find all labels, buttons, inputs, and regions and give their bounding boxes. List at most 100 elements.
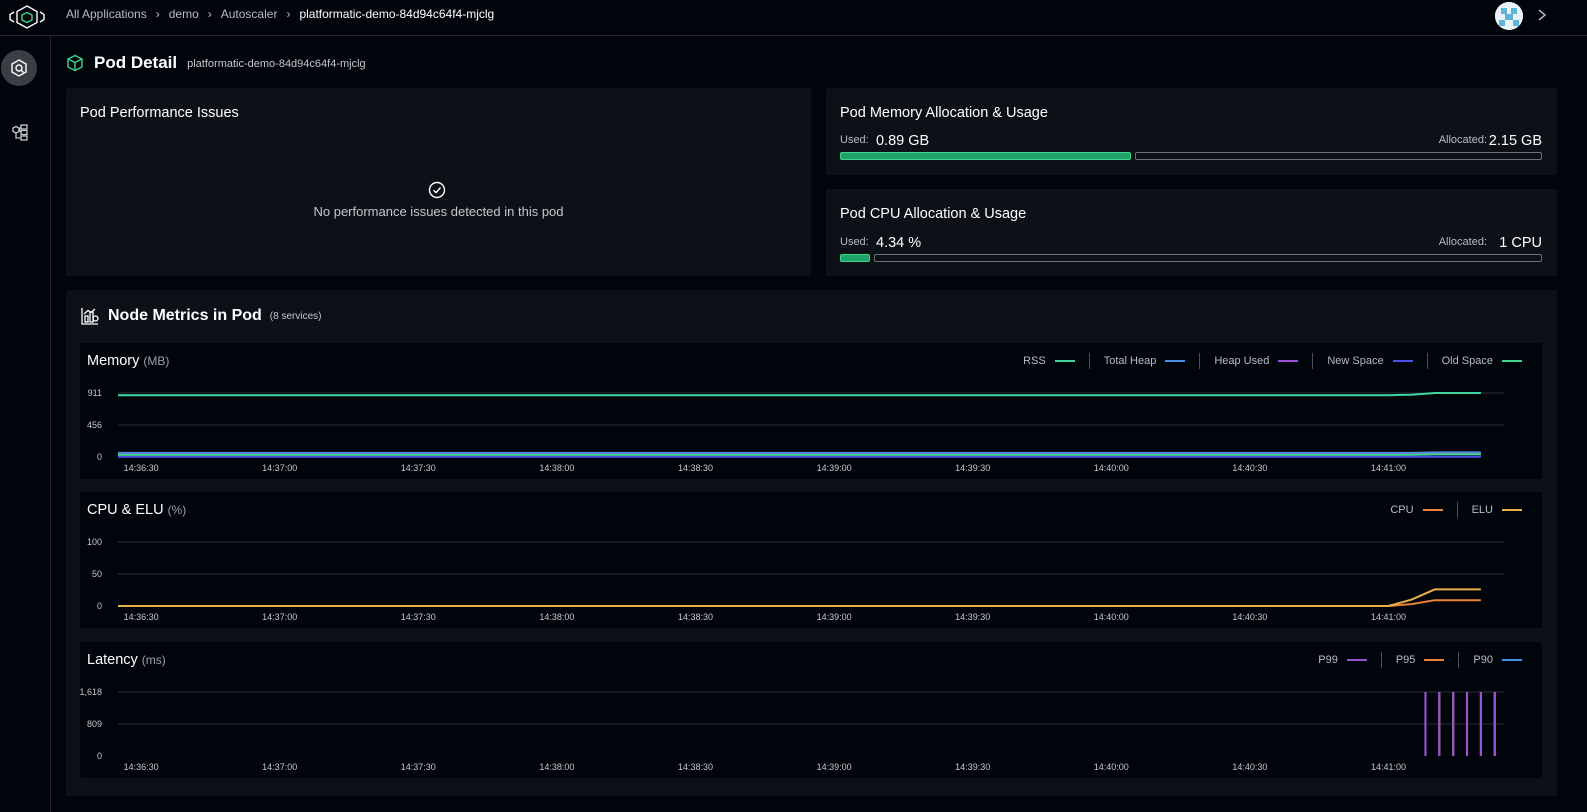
legend-item-heap-used[interactable]: Heap Used: [1214, 355, 1299, 367]
pod-icon: [11, 59, 27, 77]
memory-used-value: 0.89 GB: [876, 133, 930, 149]
legend-separator: [1088, 353, 1090, 369]
legend-label: P90: [1473, 654, 1493, 666]
y-tick-label: 50: [92, 569, 102, 579]
series-line-old-space: [118, 453, 1481, 456]
memory-used-bar: [840, 152, 1131, 160]
cpu-allocation-card: Pod CPU Allocation & Usage Used: 4.34 % …: [826, 189, 1557, 276]
legend-separator: [1458, 652, 1460, 668]
y-tick-label: 456: [87, 420, 102, 430]
x-tick-label: 14:39:00: [817, 612, 852, 622]
check-circle-icon: [428, 181, 446, 199]
series-line-total-heap: [118, 451, 1481, 454]
memory-allocation-card: Pod Memory Allocation & Usage Used: 0.89…: [826, 88, 1557, 175]
performance-issues-card: Pod Performance Issues No performance is…: [66, 88, 811, 276]
latency-chart-title-text: Latency: [87, 652, 138, 668]
y-tick-label: 911: [88, 388, 102, 398]
node-metrics-services-count: (8 services): [269, 310, 322, 322]
legend-swatch: [1502, 659, 1522, 661]
legend-separator: [1312, 353, 1314, 369]
legend-swatch: [1278, 360, 1299, 362]
memory-chart-legend: RSS Total Heap Heap Used New Space Old Space: [1023, 353, 1522, 369]
page-header: Pod Detail platformatic-demo-84d94c64f4-…: [66, 52, 366, 74]
cpu-used-value: 4.34 %: [876, 235, 922, 251]
legend-separator: [1426, 353, 1428, 369]
x-tick-label: 14:40:00: [1094, 762, 1129, 772]
legend-item-rss[interactable]: RSS: [1023, 355, 1075, 367]
legend-swatch: [1392, 360, 1413, 362]
x-tick-label: 14:39:30: [955, 463, 990, 473]
legend-label: Total Heap: [1103, 355, 1157, 367]
x-tick-label: 14:40:00: [1094, 463, 1129, 473]
breadcrumb-autoscaler[interactable]: Autoscaler: [221, 7, 278, 21]
x-tick-label: 14:40:30: [1232, 463, 1267, 473]
memory-chart-title: Memory (MB): [87, 353, 169, 369]
services-tree-icon: [12, 124, 28, 141]
cube-icon: [67, 54, 83, 72]
latency-chart-title: Latency (ms): [87, 652, 166, 668]
sidebar-pod-detail-button[interactable]: [1, 50, 37, 86]
avatar-pattern-icon: [1495, 2, 1523, 30]
series-line-elu: [118, 588, 1481, 607]
cpu-allocated-value: 1 CPU: [1499, 235, 1542, 251]
cpu-elu-chart-panel: 100 50 0 14:36:30 14:37:00 14:37:30 14:38:00 14…: [80, 492, 1542, 628]
legend-separator: [1199, 353, 1201, 369]
latency-chart-panel: 1,618 809 0 14:36:30 14:37:00 14:37:30 14:38:0…: [80, 642, 1542, 778]
breadcrumb-pod: platformatic-demo-84d94c64f4-mjclg: [299, 7, 495, 21]
cpu-allocation-title: Pod CPU Allocation & Usage: [840, 206, 1027, 222]
legend-item-p90[interactable]: P90: [1473, 654, 1522, 666]
memory-allocated-value: 2.15 GB: [1488, 133, 1542, 149]
node-metrics-title: Node Metrics in Pod: [108, 307, 262, 324]
platformatic-logo-icon[interactable]: [8, 3, 46, 31]
bar-chart-icon: [81, 308, 99, 325]
legend-item-total-heap[interactable]: Total Heap: [1104, 355, 1186, 367]
cpu-elu-chart-title-text: CPU & ELU: [87, 502, 164, 518]
memory-used-label: Used:: [840, 134, 869, 146]
x-tick-label: 14:39:30: [955, 612, 990, 622]
cpu-elu-chart-unit: (%): [167, 503, 187, 517]
y-tick-label: 0: [97, 452, 102, 462]
memory-free-bar: [1135, 152, 1542, 160]
legend-label: Heap Used: [1214, 355, 1270, 367]
y-tick-label: 1,618: [80, 687, 102, 697]
legend-item-old-space[interactable]: Old Space: [1442, 355, 1522, 367]
x-tick-label: 14:39:00: [817, 762, 852, 772]
memory-allocated-label: Allocated:: [1438, 134, 1487, 146]
user-avatar[interactable]: [1495, 2, 1523, 30]
legend-item-p95[interactable]: P95: [1396, 654, 1445, 666]
breadcrumb: All Applications › demo › Autoscaler › p…: [66, 7, 494, 21]
x-tick-label: 14:37:30: [401, 463, 436, 473]
page-title: Pod Detail: [94, 53, 178, 72]
legend-item-elu[interactable]: ELU: [1472, 504, 1522, 516]
x-tick-label: 14:38:00: [539, 762, 574, 772]
x-tick-label: 14:37:00: [262, 762, 297, 772]
x-tick-label: 14:37:30: [401, 762, 436, 772]
cpu-elu-chart-title: CPU & ELU (%): [87, 502, 186, 518]
y-tick-label: 809: [87, 719, 102, 729]
x-tick-label: 14:37:30: [401, 612, 436, 622]
x-tick-label: 14:39:30: [955, 762, 990, 772]
memory-chart-panel: 911 456 0 14:36:30 14:37:00 14:37:30 14:38:00 1…: [80, 343, 1542, 479]
breadcrumb-separator-icon: ›: [155, 7, 160, 21]
legend-item-p99[interactable]: P99: [1318, 654, 1367, 666]
legend-label: RSS: [1023, 355, 1046, 367]
x-tick-label: 14:40:30: [1232, 762, 1267, 772]
pod-name: platformatic-demo-84d94c64f4-mjclg: [187, 58, 366, 70]
y-tick-label: 0: [97, 751, 102, 761]
breadcrumb-demo[interactable]: demo: [169, 7, 199, 21]
breadcrumb-all-applications[interactable]: All Applications: [66, 7, 147, 21]
node-metrics-header: Node Metrics in Pod (8 services): [80, 306, 321, 326]
x-tick-label: 14:41:00: [1371, 463, 1406, 473]
sidebar-services-button[interactable]: [1, 114, 37, 150]
legend-item-cpu[interactable]: CPU: [1390, 504, 1443, 516]
x-tick-label: 14:37:00: [262, 612, 297, 622]
cpu-used-bar: [840, 254, 870, 262]
y-tick-label: 100: [87, 537, 102, 547]
cpu-elu-chart: 100 50 0 14:36:30 14:37:00 14:37:30 14:38:00 14…: [87, 537, 1504, 622]
legend-swatch: [1502, 509, 1522, 511]
x-tick-label: 14:38:00: [539, 612, 574, 622]
cpu-elu-chart-legend: CPU ELU: [1390, 502, 1522, 518]
legend-item-new-space[interactable]: New Space: [1327, 355, 1413, 367]
chevron-right-icon[interactable]: [1535, 6, 1549, 24]
legend-swatch: [1502, 360, 1522, 362]
